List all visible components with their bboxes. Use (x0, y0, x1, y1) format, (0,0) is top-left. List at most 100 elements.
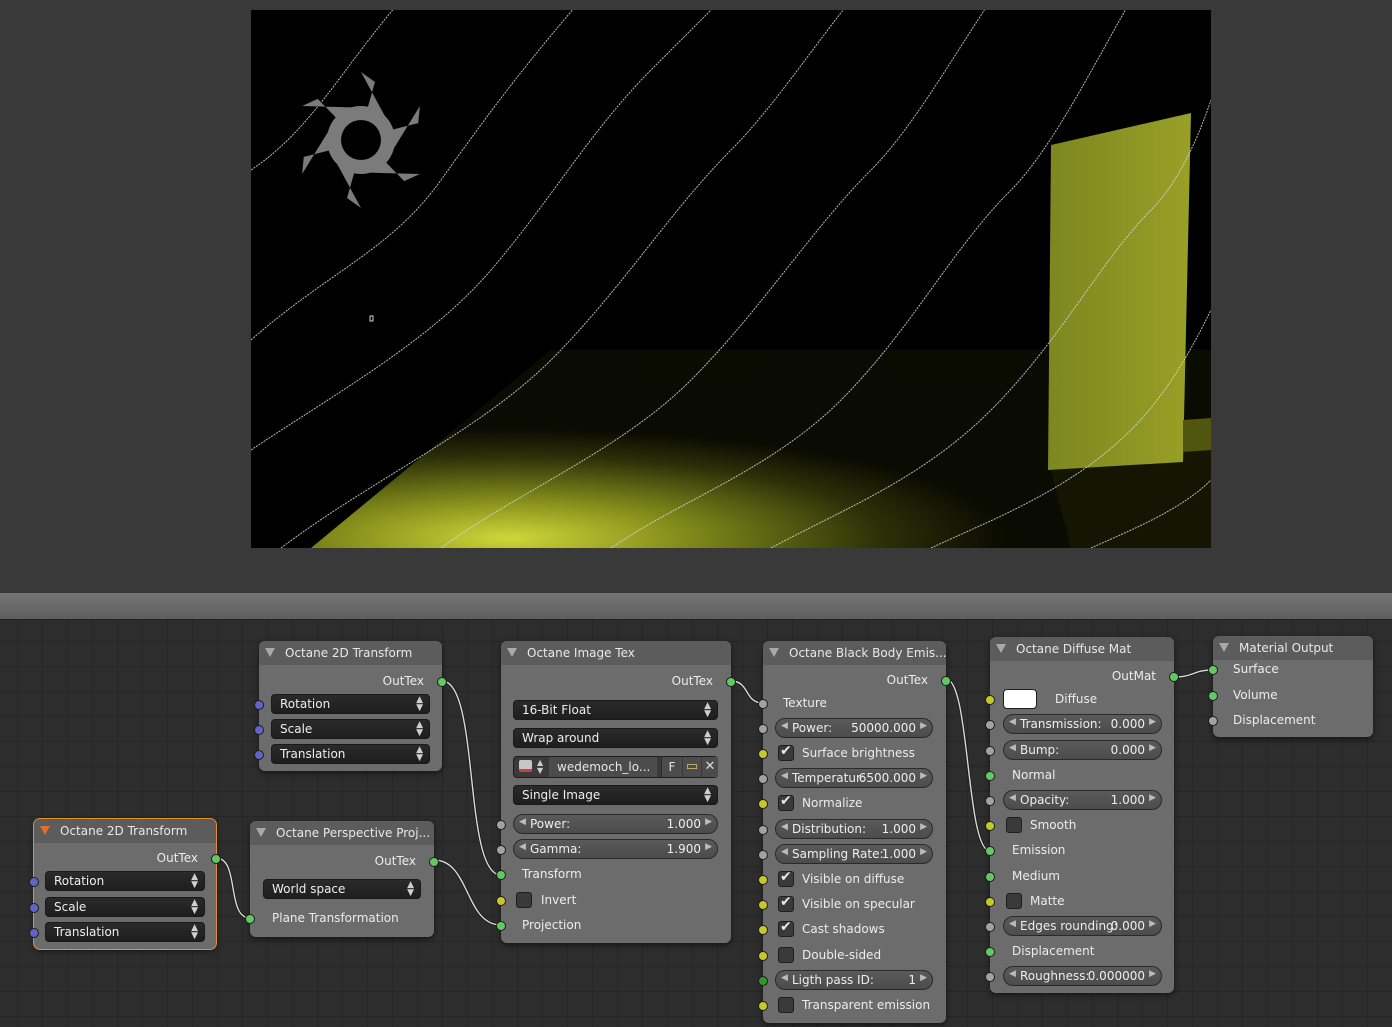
collapse-triangle-icon[interactable] (256, 828, 266, 837)
output-socket[interactable] (1169, 672, 1179, 682)
fake-user-button[interactable]: F (661, 757, 682, 777)
input-socket[interactable] (985, 846, 995, 856)
transparent-emission-checkbox[interactable] (778, 997, 794, 1013)
area-splitter[interactable] (0, 593, 1392, 620)
input-socket[interactable] (254, 750, 264, 760)
node-2d-transform-bottom[interactable]: Octane 2D Transform OutTex Rotation ▲ ▼ S… (29, 819, 221, 949)
scale-input[interactable]: Scale ▲ ▼ (271, 719, 430, 739)
updown-icon[interactable]: ▲ ▼ (537, 759, 543, 775)
image-icon[interactable] (519, 760, 532, 772)
translation-input[interactable]: Translation ▲ ▼ (45, 922, 205, 942)
collapse-triangle-icon[interactable] (507, 648, 517, 657)
collapse-triangle-icon[interactable] (1219, 643, 1229, 652)
input-socket[interactable] (758, 976, 768, 986)
output-socket[interactable] (211, 854, 221, 864)
visible-specular-checkbox[interactable] (778, 894, 794, 912)
surface-brightness-checkbox[interactable] (778, 743, 794, 761)
collapse-triangle-icon[interactable] (996, 644, 1006, 653)
output-socket[interactable] (941, 676, 951, 686)
node-header[interactable]: Octane 2D Transform (34, 819, 216, 843)
input-socket[interactable] (985, 746, 995, 756)
input-socket[interactable] (985, 872, 995, 882)
power-field[interactable]: ◀ Power: 1.000 ▶ (513, 814, 718, 834)
input-socket[interactable] (758, 724, 768, 734)
input-socket[interactable] (254, 700, 264, 710)
input-socket[interactable] (758, 799, 768, 809)
node-header[interactable]: Octane Perspective Proj... (250, 821, 434, 845)
double-sided-checkbox[interactable] (778, 947, 794, 963)
input-socket[interactable] (29, 928, 39, 938)
source-select[interactable]: Single Image ▲ ▼ (513, 785, 718, 805)
input-socket[interactable] (758, 699, 768, 709)
input-socket[interactable] (985, 771, 995, 781)
invert-checkbox[interactable] (516, 892, 532, 908)
image-name-field[interactable]: wedemoch_lo... (549, 757, 657, 777)
bump-field[interactable]: ◀ Bump: 0.000 ▶ (1003, 740, 1162, 760)
input-socket[interactable] (496, 870, 506, 880)
input-socket[interactable] (758, 774, 768, 784)
input-socket[interactable] (985, 897, 995, 907)
input-socket[interactable] (758, 925, 768, 935)
scale-input[interactable]: Scale ▲ ▼ (45, 897, 205, 917)
input-socket[interactable] (758, 1001, 768, 1011)
collapse-triangle-icon[interactable] (769, 648, 779, 657)
image-selector[interactable]: ▲ ▼ wedemoch_lo... F ▭ ✕ (513, 756, 718, 778)
render-viewport[interactable] (0, 0, 1392, 593)
opacity-field[interactable]: ◀ Opacity: 1.000 ▶ (1003, 790, 1162, 810)
rotation-input[interactable]: Rotation ▲ ▼ (271, 694, 430, 714)
node-diffuse-material[interactable]: Octane Diffuse Mat OutMat Diffuse ◀ Trans… (985, 637, 1179, 993)
input-socket[interactable] (758, 875, 768, 885)
node-image-texture[interactable]: Octane Image Tex OutTex 16-Bit Float ▲ ▼ … (496, 641, 736, 943)
wrap-mode-select[interactable]: Wrap around ▲ ▼ (513, 728, 718, 748)
input-socket[interactable] (985, 972, 995, 982)
normalize-checkbox[interactable] (778, 793, 794, 811)
distribution-field[interactable]: ◀ Distribution: 1.000 ▶ (775, 819, 933, 839)
visible-diffuse-checkbox[interactable] (778, 869, 794, 887)
node-editor[interactable]: Octane 2D Transform OutTex Rotation ▲ ▼ S… (0, 620, 1392, 1027)
edges-rounding-field[interactable]: ◀ Edges rounding: 0.000 ▶ (1003, 916, 1162, 936)
power-field[interactable]: ◀ Power: 50000.000 ▶ (775, 718, 933, 738)
node-header[interactable]: Material Output (1213, 636, 1373, 660)
input-socket[interactable] (985, 821, 995, 831)
coordinate-space-select[interactable]: World space ▲ ▼ (263, 879, 421, 899)
input-socket[interactable] (758, 951, 768, 961)
node-blackbody-emission[interactable]: Octane Black Body Emis... OutTex Texture… (758, 641, 951, 1023)
input-socket[interactable] (29, 903, 39, 913)
output-socket[interactable] (726, 677, 736, 687)
input-socket[interactable] (985, 720, 995, 730)
node-perspective-projection[interactable]: Octane Perspective Proj... OutTex World … (245, 821, 439, 937)
input-socket[interactable] (758, 850, 768, 860)
output-socket[interactable] (437, 677, 447, 687)
input-socket[interactable] (496, 820, 506, 830)
input-socket[interactable] (758, 749, 768, 759)
input-socket[interactable] (985, 947, 995, 957)
transmission-field[interactable]: ◀ Transmission: 0.000 ▶ (1003, 714, 1162, 734)
input-socket[interactable] (985, 796, 995, 806)
node-header[interactable]: Octane Image Tex (501, 641, 731, 665)
node-header[interactable]: Octane 2D Transform (259, 641, 442, 665)
matte-checkbox[interactable] (1006, 893, 1022, 909)
output-socket[interactable] (429, 857, 439, 867)
input-socket[interactable] (758, 900, 768, 910)
input-socket[interactable] (758, 825, 768, 835)
input-socket[interactable] (496, 896, 506, 906)
smooth-checkbox[interactable] (1006, 817, 1022, 833)
input-socket[interactable] (496, 921, 506, 931)
collapse-triangle-icon[interactable] (40, 826, 50, 835)
input-socket[interactable] (985, 695, 995, 705)
node-material-output[interactable]: Material Output Surface Volume Displacem… (1208, 636, 1373, 737)
translation-input[interactable]: Translation ▲ ▼ (271, 744, 430, 764)
collapse-triangle-icon[interactable] (265, 648, 275, 657)
input-socket[interactable] (985, 922, 995, 932)
input-socket[interactable] (1208, 716, 1218, 726)
gamma-field[interactable]: ◀ Gamma: 1.900 ▶ (513, 839, 718, 859)
sampling-rate-field[interactable]: ◀ Sampling Rate: 1.000 ▶ (775, 844, 933, 864)
roughness-field[interactable]: ◀ Roughness: 0.000000 ▶ (1003, 966, 1162, 986)
input-socket[interactable] (254, 725, 264, 735)
folder-icon[interactable]: ▭ (683, 757, 701, 777)
temperature-field[interactable]: ◀ Temperatur: 6500.000 ▶ (775, 768, 933, 788)
light-pass-id-field[interactable]: ◀ Ligth pass ID: 1 ▶ (775, 970, 933, 990)
node-header[interactable]: Octane Diffuse Mat (990, 637, 1174, 661)
rotation-input[interactable]: Rotation ▲ ▼ (45, 871, 205, 891)
close-icon[interactable]: ✕ (702, 757, 718, 777)
